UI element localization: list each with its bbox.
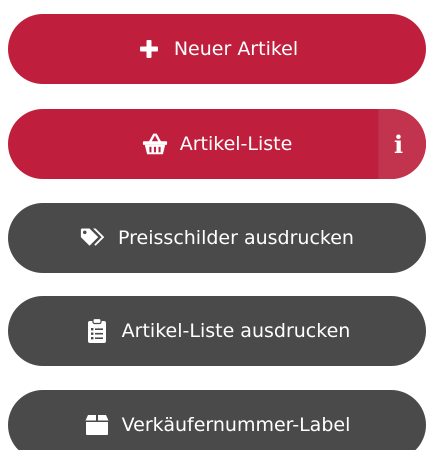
article-list-info-button[interactable]: i <box>378 109 426 179</box>
tags-icon <box>80 225 106 251</box>
new-article-button[interactable]: Neuer Artikel <box>8 14 426 84</box>
print-article-list-label: Artikel-Liste ausdrucken <box>121 320 351 342</box>
seller-number-label-label: Verkäufernummer-Label <box>121 414 351 436</box>
print-article-list-button[interactable]: Artikel-Liste ausdrucken <box>8 296 426 366</box>
seller-number-label-button[interactable]: Verkäufernummer-Label <box>8 390 426 450</box>
article-list-label: Artikel-Liste <box>179 133 293 155</box>
print-price-tags-button[interactable]: Preisschilder ausdrucken <box>8 203 426 273</box>
info-icon: i <box>393 129 404 159</box>
basket-icon <box>142 131 168 157</box>
box-icon <box>84 412 110 438</box>
clipboard-list-icon <box>84 318 110 344</box>
article-list-button[interactable]: Artikel-Liste i <box>8 109 426 179</box>
new-article-label: Neuer Artikel <box>173 38 299 60</box>
plus-icon <box>136 36 162 62</box>
print-price-tags-label: Preisschilder ausdrucken <box>118 227 354 249</box>
